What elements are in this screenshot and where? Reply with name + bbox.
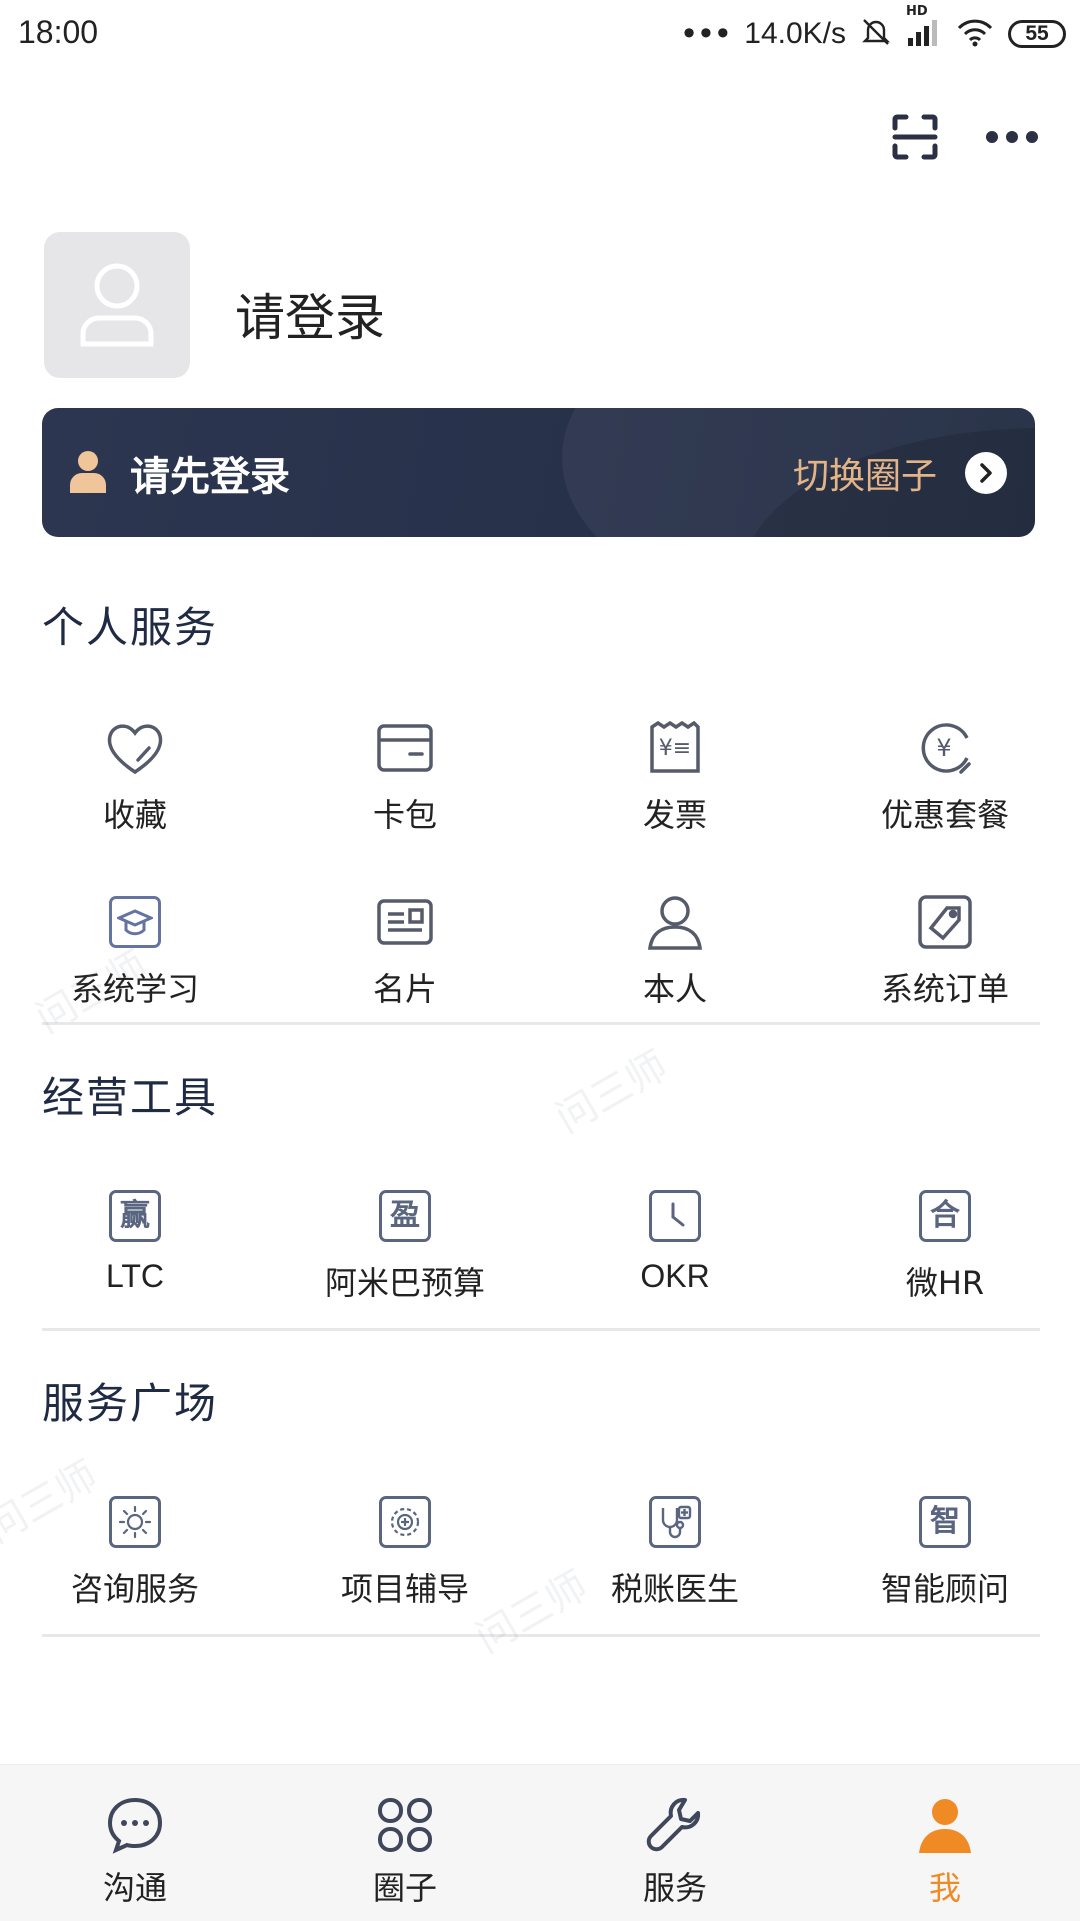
divider [42, 1328, 1040, 1331]
section-title-personal-services: 个人服务 [42, 603, 219, 652]
scan-icon[interactable] [890, 112, 940, 162]
tool-amoeba-budget[interactable]: 盈 阿米巴预算 [270, 1184, 540, 1304]
amoeba-budget-icon: 盈 [373, 1184, 437, 1248]
banner-title: 请先登录 [130, 453, 290, 500]
svg-text:¥≡: ¥≡ [659, 736, 691, 761]
project-coaching-icon [373, 1490, 437, 1554]
signal-icon: HD [906, 4, 942, 52]
mute-icon [860, 16, 892, 52]
tool-micro-hr[interactable]: 合 微HR [810, 1184, 1080, 1304]
me-icon [915, 1795, 975, 1859]
tag-icon [913, 890, 977, 954]
user-avatar-icon [77, 258, 157, 352]
tab-services[interactable]: 服务 [540, 1765, 810, 1921]
service-system-orders[interactable]: 系统订单 [810, 890, 1080, 1010]
tool-okr[interactable]: OKR [540, 1184, 810, 1304]
status-bar: 18:00 ••• 14.0K/s HD 55 [0, 0, 1080, 70]
clock-icon [643, 1184, 707, 1248]
more-dots-indicator: ••• [679, 15, 733, 53]
tab-circles[interactable]: 圈子 [270, 1765, 540, 1921]
watermark: 问三师 [548, 1042, 676, 1143]
svg-text:¥: ¥ [936, 734, 951, 762]
plaza-smart-advisor[interactable]: 智 智能顾问 [810, 1490, 1080, 1610]
avatar[interactable] [44, 232, 190, 378]
chevron-right-icon[interactable] [965, 451, 1007, 494]
service-business-card[interactable]: 名片 [270, 890, 540, 1010]
tool-ltc[interactable]: 赢 LTC [0, 1184, 270, 1304]
network-speed: 14.0K/s [744, 17, 846, 50]
ltc-icon: 赢 [103, 1184, 167, 1248]
user-badge-icon [68, 449, 108, 497]
service-invoice[interactable]: ¥≡ 发票 [540, 716, 810, 836]
personal-services-grid: 收藏 卡包 ¥≡ 发票 ¥ 优惠套餐 系统学习 名片 本人 系统订单 [0, 716, 1080, 1010]
discount-icon: ¥ [913, 716, 977, 780]
circles-icon [375, 1795, 435, 1859]
tab-me[interactable]: 我 [810, 1765, 1080, 1921]
card-wallet-icon [373, 716, 437, 780]
switch-circle-link[interactable]: 切换圈子 [793, 447, 937, 499]
heart-icon [103, 716, 167, 780]
consulting-icon [103, 1490, 167, 1554]
login-banner[interactable]: 请先登录 切换圈子 [42, 408, 1035, 537]
wrench-icon [645, 1795, 705, 1859]
bottom-tab-bar: 沟通 圈子 服务 我 [0, 1764, 1080, 1921]
wifi-icon [956, 16, 994, 52]
invoice-icon: ¥≡ [643, 716, 707, 780]
tax-doctor-icon [643, 1490, 707, 1554]
service-self[interactable]: 本人 [540, 890, 810, 1010]
divider [42, 1022, 1040, 1025]
smart-advisor-icon: 智 [913, 1490, 977, 1554]
section-title-service-plaza: 服务广场 [42, 1379, 219, 1428]
login-prompt[interactable]: 请登录 [235, 278, 385, 350]
service-discount[interactable]: ¥ 优惠套餐 [810, 716, 1080, 836]
top-actions [890, 112, 1040, 162]
more-icon[interactable] [984, 129, 1040, 145]
hr-icon: 合 [913, 1184, 977, 1248]
service-card-wallet[interactable]: 卡包 [270, 716, 540, 836]
battery-indicator: 55 [1008, 20, 1066, 48]
business-tools-grid: 赢 LTC 盈 阿米巴预算 OKR 合 微HR [0, 1184, 1080, 1304]
chat-icon [105, 1795, 165, 1859]
status-time: 18:00 [18, 14, 99, 50]
business-card-icon [373, 890, 437, 954]
hd-label: HD [906, 4, 928, 19]
person-icon [643, 890, 707, 954]
service-favorites[interactable]: 收藏 [0, 716, 270, 836]
tab-chat[interactable]: 沟通 [0, 1765, 270, 1921]
section-title-business-tools: 经营工具 [42, 1073, 219, 1122]
